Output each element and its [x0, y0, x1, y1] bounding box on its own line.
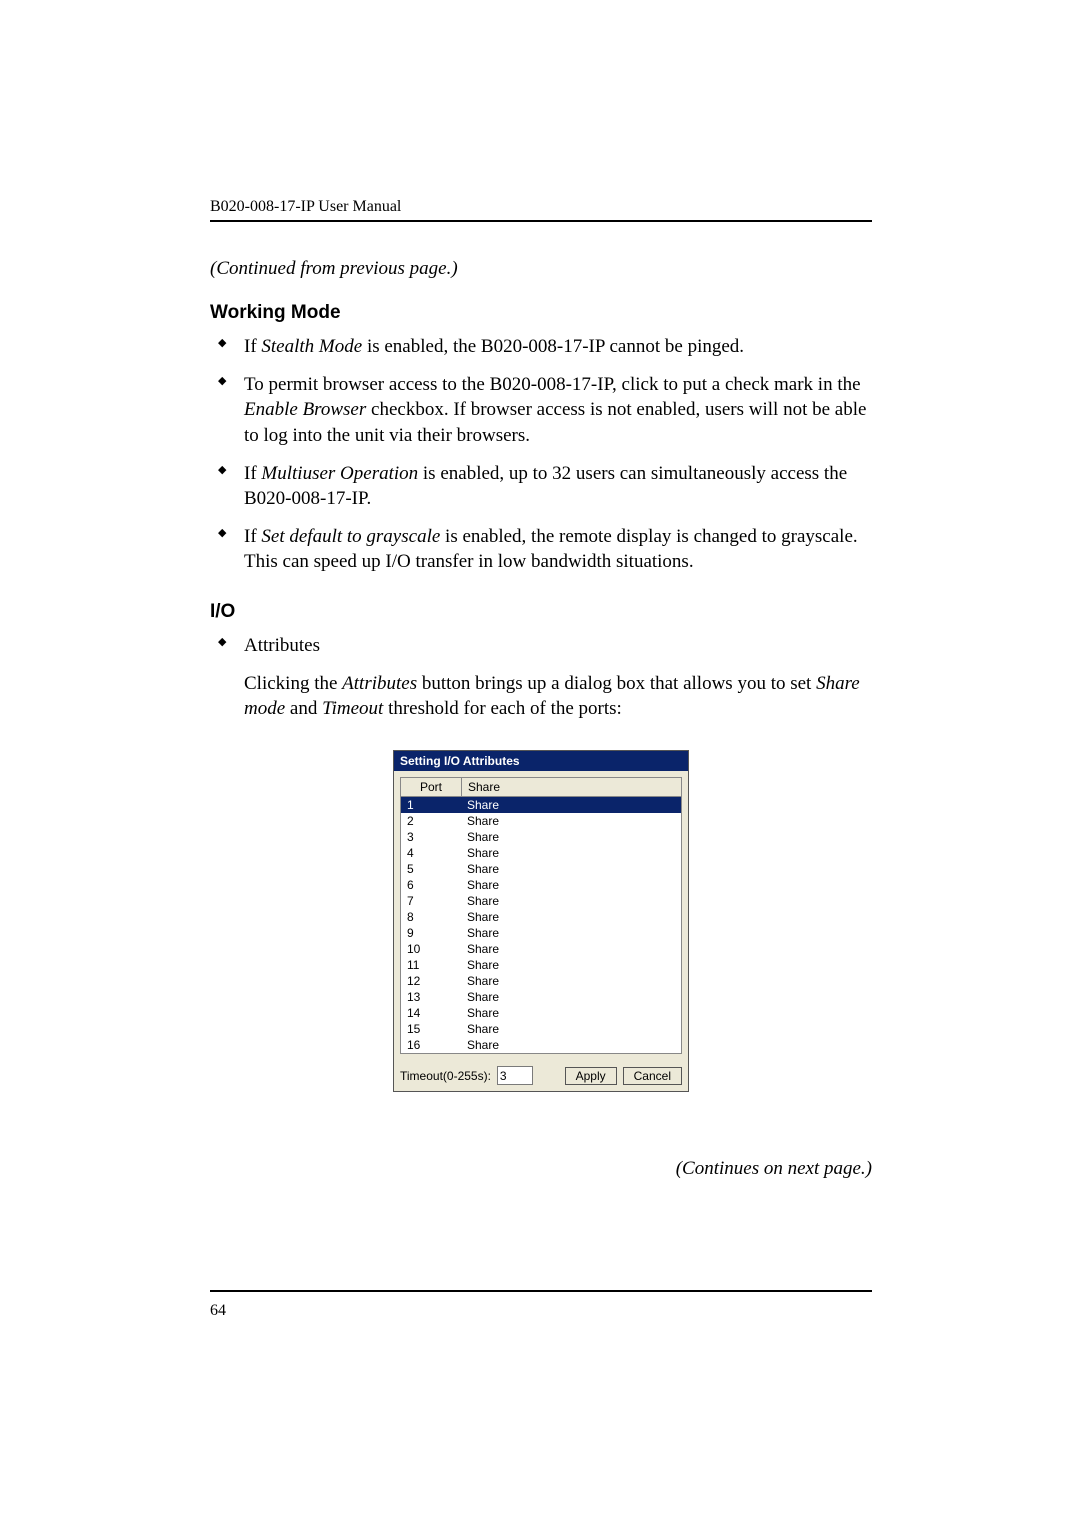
cell-share: Share [461, 813, 681, 829]
text: is enabled, the B020-008-17-IP cannot be… [362, 336, 744, 357]
col-port[interactable]: Port [401, 778, 462, 796]
cell-port: 3 [401, 829, 461, 845]
table-row[interactable]: 12Share [401, 973, 681, 989]
cell-share: Share [461, 989, 681, 1005]
text: If [244, 526, 261, 547]
cell-port: 6 [401, 877, 461, 893]
timeout-input[interactable] [497, 1066, 533, 1085]
cell-share: Share [461, 909, 681, 925]
heading-working-mode: Working Mode [210, 302, 872, 324]
text-em: Timeout [322, 698, 383, 719]
page-number: 64 [210, 1290, 872, 1320]
page-header: B020-008-17-IP User Manual [210, 198, 872, 222]
cell-port: 4 [401, 845, 461, 861]
table-body[interactable]: 1Share2Share3Share4Share5Share6Share7Sha… [400, 797, 682, 1054]
io-attributes-description: Clicking the Attributes button brings up… [244, 671, 872, 722]
cell-port: 12 [401, 973, 461, 989]
text-em: Multiuser Operation [261, 463, 418, 484]
heading-io: I/O [210, 601, 872, 623]
cell-port: 11 [401, 957, 461, 973]
table-row[interactable]: 16Share [401, 1037, 681, 1053]
text-em: Set default to grayscale [261, 526, 440, 547]
cell-port: 8 [401, 909, 461, 925]
cell-share: Share [461, 877, 681, 893]
table-row[interactable]: 1Share [401, 797, 681, 813]
wm-bullet-browser: To permit browser access to the B020-008… [210, 372, 872, 449]
cell-share: Share [461, 1037, 681, 1053]
text: button brings up a dialog box that allow… [417, 673, 816, 694]
table-row[interactable]: 8Share [401, 909, 681, 925]
table-row[interactable]: 5Share [401, 861, 681, 877]
cell-share: Share [461, 973, 681, 989]
cell-port: 2 [401, 813, 461, 829]
table-row[interactable]: 3Share [401, 829, 681, 845]
table-row[interactable]: 13Share [401, 989, 681, 1005]
table-header: Port Share [400, 777, 682, 797]
cell-port: 9 [401, 925, 461, 941]
cell-share: Share [461, 1021, 681, 1037]
col-share[interactable]: Share [462, 778, 681, 796]
table-row[interactable]: 14Share [401, 1005, 681, 1021]
wm-bullet-grayscale: If Set default to grayscale is enabled, … [210, 524, 872, 575]
cell-port: 14 [401, 1005, 461, 1021]
table-row[interactable]: 15Share [401, 1021, 681, 1037]
cell-share: Share [461, 797, 681, 813]
table-row[interactable]: 4Share [401, 845, 681, 861]
text: and [285, 698, 322, 719]
table-row[interactable]: 9Share [401, 925, 681, 941]
wm-bullet-multiuser: If Multiuser Operation is enabled, up to… [210, 461, 872, 512]
table-row[interactable]: 6Share [401, 877, 681, 893]
text: Attributes [244, 635, 320, 656]
continued-note: (Continued from previous page.) [210, 258, 872, 280]
cell-port: 1 [401, 797, 461, 813]
cell-port: 15 [401, 1021, 461, 1037]
text-em: Stealth Mode [261, 336, 362, 357]
cell-share: Share [461, 845, 681, 861]
continues-note: (Continues on next page.) [210, 1158, 872, 1180]
cell-share: Share [461, 829, 681, 845]
cell-share: Share [461, 957, 681, 973]
io-list: Attributes [210, 633, 872, 659]
text: Clicking the [244, 673, 342, 694]
cell-port: 7 [401, 893, 461, 909]
cell-port: 5 [401, 861, 461, 877]
timeout-label: Timeout(0-255s): [400, 1069, 491, 1083]
cancel-button[interactable]: Cancel [623, 1067, 682, 1085]
apply-button[interactable]: Apply [565, 1067, 617, 1085]
cell-share: Share [461, 1005, 681, 1021]
cell-port: 10 [401, 941, 461, 957]
text: If [244, 336, 261, 357]
cell-port: 13 [401, 989, 461, 1005]
wm-bullet-stealth: If Stealth Mode is enabled, the B020-008… [210, 334, 872, 360]
working-mode-list: If Stealth Mode is enabled, the B020-008… [210, 334, 872, 575]
table-row[interactable]: 2Share [401, 813, 681, 829]
cell-port: 16 [401, 1037, 461, 1053]
text-em: Enable Browser [244, 399, 366, 420]
table-row[interactable]: 11Share [401, 957, 681, 973]
cell-share: Share [461, 941, 681, 957]
io-bullet-attributes: Attributes [210, 633, 872, 659]
text-em: Attributes [342, 673, 417, 694]
text: If [244, 463, 261, 484]
table-row[interactable]: 7Share [401, 893, 681, 909]
text: threshold for each of the ports: [383, 698, 621, 719]
text: To permit browser access to the B020-008… [244, 374, 861, 395]
cell-share: Share [461, 925, 681, 941]
io-attributes-dialog: Setting I/O Attributes Port Share 1Share… [393, 750, 689, 1092]
table-row[interactable]: 10Share [401, 941, 681, 957]
cell-share: Share [461, 893, 681, 909]
cell-share: Share [461, 861, 681, 877]
dialog-title: Setting I/O Attributes [394, 751, 688, 771]
